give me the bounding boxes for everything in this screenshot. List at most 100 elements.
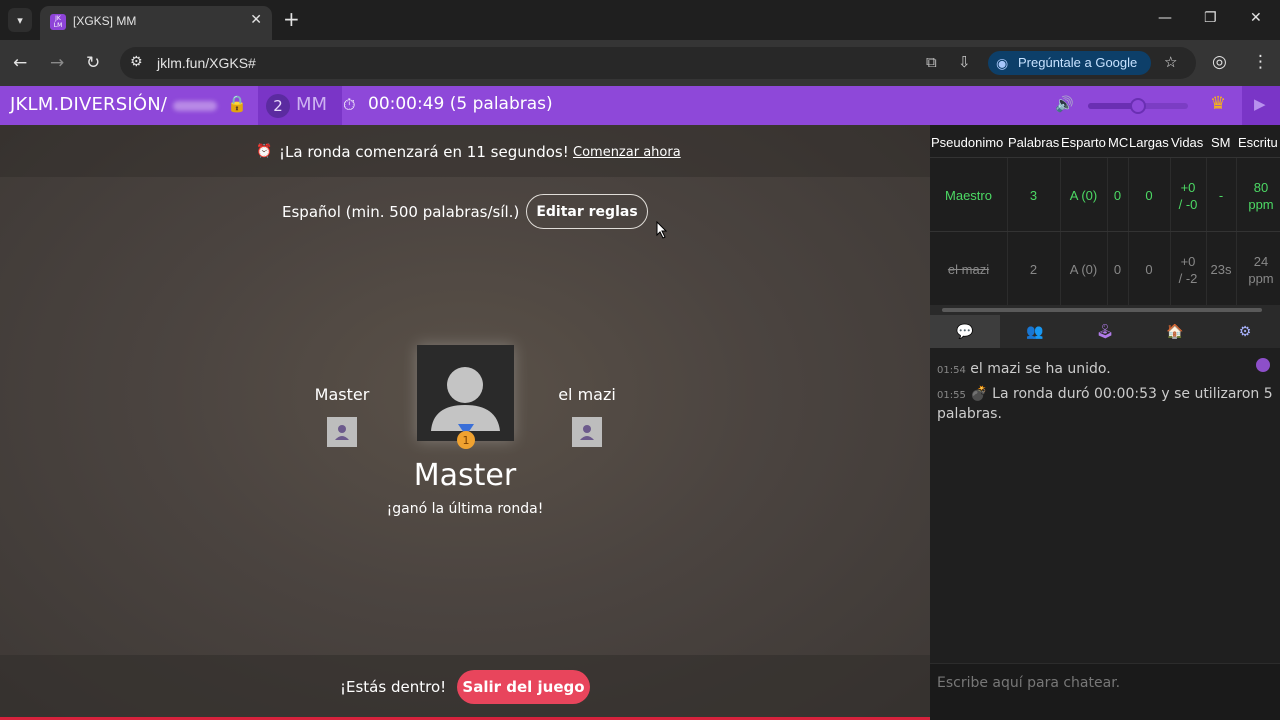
- col-header[interactable]: Vidas: [1171, 135, 1203, 150]
- volume-icon[interactable]: 🔊: [1055, 95, 1074, 113]
- user-icon: [335, 425, 349, 440]
- tab-search-dropdown[interactable]: ▾: [8, 8, 32, 32]
- sidebar: Pseudonimo Palabras Esparto MC Largas Vi…: [930, 125, 1280, 720]
- scrollbar-thumb[interactable]: [942, 308, 1262, 312]
- cell-words: 2: [1029, 262, 1038, 277]
- window-close-icon[interactable]: ✕: [1250, 10, 1262, 26]
- room-section: 2 MM: [258, 86, 342, 125]
- play-icon: ▶: [1254, 95, 1266, 113]
- cell-name: Maestro: [945, 188, 992, 203]
- cell-vidas-b: / -0: [1178, 197, 1198, 212]
- chat-bubble-icon: 💬: [956, 323, 974, 340]
- close-tab-icon[interactable]: ✕: [250, 12, 262, 28]
- join-bar: ¡Estás dentro! Salir del juego: [0, 655, 930, 720]
- col-header[interactable]: Largas: [1129, 135, 1169, 150]
- player-name-left: Master: [314, 385, 370, 404]
- forward-icon[interactable]: →: [50, 53, 64, 73]
- cell-sm: -: [1218, 188, 1224, 203]
- chat-input[interactable]: Escribe aquí para chatear.: [930, 663, 1280, 720]
- cell-vidas-b: / -2: [1178, 271, 1198, 286]
- bookmark-star-icon[interactable]: ☆: [1164, 53, 1177, 71]
- cell-esparto: A (0): [1069, 262, 1098, 277]
- toggle-sidebar-button[interactable]: ▶: [1242, 86, 1280, 125]
- round-countdown-text: ¡La ronda comenzará en 11 segundos!: [279, 143, 569, 161]
- tab-room[interactable]: 🏠: [1140, 315, 1210, 348]
- house-icon: 🏠: [1166, 323, 1184, 340]
- translate-icon[interactable]: ⧉: [926, 53, 937, 71]
- sidebar-tabs: 💬 👥 🕹 🏠 ⚙: [930, 315, 1280, 348]
- chat-message: 01:55 💣 La ronda duró 00:00:53 y se util…: [937, 385, 1273, 424]
- col-header[interactable]: Pseudonimo: [931, 135, 1003, 150]
- alarm-clock-icon: ⏰: [256, 144, 273, 159]
- mouse-cursor-icon: [656, 221, 668, 239]
- volume-slider-knob[interactable]: [1130, 98, 1146, 114]
- people-icon: 👥: [1026, 323, 1044, 340]
- site-info-icon[interactable]: ⚙: [130, 54, 143, 70]
- language-rules: Español (min. 500 palabras/síl.): [282, 203, 520, 221]
- scoreboard-table[interactable]: Pseudonimo Palabras Esparto MC Largas Vi…: [930, 125, 1280, 305]
- menu-icon[interactable]: ⋮: [1252, 52, 1269, 72]
- table-row: el mazi 2 A (0) 0 0 +0 / -2 23s 24 ppm: [930, 231, 1280, 305]
- chat-input-placeholder[interactable]: Escribe aquí para chatear.: [937, 675, 1120, 691]
- minimize-icon[interactable]: —: [1158, 10, 1172, 26]
- bomb-icon: 💣: [970, 386, 988, 402]
- col-header[interactable]: Esparto: [1061, 135, 1106, 150]
- lock-icon: 🔒: [227, 94, 247, 113]
- round-status-bar: ⏰ ¡La ronda comenzará en 11 segundos! Co…: [0, 125, 930, 177]
- cell-vidas-a: +0: [1180, 180, 1196, 195]
- room-name: MM: [296, 94, 328, 115]
- leave-game-button[interactable]: Salir del juego: [457, 670, 590, 704]
- cell-esc-b: ppm: [1248, 197, 1274, 212]
- tab-chat[interactable]: 💬: [930, 315, 1000, 348]
- cell-largas: 0: [1145, 262, 1153, 277]
- table-row: Maestro 3 A (0) 0 0 +0 / -0 - 80 ppm: [930, 157, 1280, 231]
- cell-esc-a: 24: [1253, 254, 1269, 269]
- back-icon[interactable]: ←: [13, 53, 27, 73]
- reload-icon[interactable]: ↻: [86, 53, 100, 73]
- ask-google-button[interactable]: ◉ Pregúntale a Google: [988, 51, 1151, 75]
- col-header[interactable]: SM: [1211, 135, 1231, 150]
- browser-tab[interactable]: JK LM [XGKS] MM ✕: [40, 6, 272, 40]
- col-header[interactable]: Escritu: [1238, 135, 1278, 150]
- game-area: ⏰ ¡La ronda comenzará en 11 segundos! Co…: [0, 125, 930, 720]
- tab-settings[interactable]: ⚙: [1210, 315, 1280, 348]
- chat-log: 01:54 el mazi se ha unido. 01:55 💣 La ro…: [930, 348, 1280, 663]
- chat-timestamp: 01:54: [937, 365, 966, 376]
- install-app-icon[interactable]: ⇩: [958, 53, 971, 71]
- cell-largas: 0: [1145, 188, 1153, 203]
- cell-name: el mazi: [947, 262, 990, 277]
- restore-icon[interactable]: ❐: [1204, 10, 1217, 26]
- winner-name: Master: [413, 458, 517, 493]
- tab-players[interactable]: 👥: [1000, 315, 1070, 348]
- chat-text: La ronda duró 00:00:53 y se utilizaron 5…: [937, 386, 1273, 422]
- player-avatar-left: [327, 417, 357, 447]
- cell-esc-b: ppm: [1248, 271, 1274, 286]
- address-bar[interactable]: ⚙ jklm.fun/XGKS# ⧉ ⇩ ◉ Pregúntale a Goog…: [120, 47, 1196, 79]
- tab-game[interactable]: 🕹: [1070, 315, 1140, 348]
- cell-esc-a: 80: [1253, 180, 1269, 195]
- chat-message: 01:54 el mazi se ha unido.: [937, 360, 1273, 380]
- volume-slider[interactable]: [1088, 98, 1188, 114]
- blurred-room-code: [173, 101, 217, 111]
- joystick-icon: 🕹: [1096, 323, 1114, 340]
- user-icon: [580, 425, 594, 440]
- new-tab-icon[interactable]: +: [283, 8, 300, 30]
- col-header[interactable]: Palabras: [1008, 135, 1059, 150]
- url-text[interactable]: jklm.fun/XGKS#: [157, 55, 256, 71]
- start-now-link[interactable]: Comenzar ahora: [573, 145, 681, 160]
- lens-icon: ◉: [996, 55, 1009, 71]
- edit-rules-button[interactable]: Editar reglas: [526, 194, 648, 229]
- col-header[interactable]: MC: [1108, 135, 1128, 150]
- profile-icon[interactable]: ◎: [1212, 52, 1227, 72]
- gear-icon: ⚙: [1238, 323, 1252, 340]
- ask-google-label: Pregúntale a Google: [1018, 55, 1138, 70]
- medal-number: 1: [463, 434, 470, 447]
- cell-sm: 23s: [1210, 262, 1232, 277]
- browser-tab-bar: ▾ JK LM [XGKS] MM ✕ + — ❐ ✕: [0, 0, 1280, 40]
- player-avatar-right: [572, 417, 602, 447]
- crown-icon[interactable]: ♛: [1210, 93, 1226, 114]
- chat-text: el mazi se ha unido.: [970, 361, 1111, 377]
- player-count-badge: 2: [266, 94, 290, 118]
- brand-title[interactable]: JKLM.DIVERSIÓN/: [10, 94, 167, 115]
- table-scrollbar[interactable]: [930, 305, 1280, 315]
